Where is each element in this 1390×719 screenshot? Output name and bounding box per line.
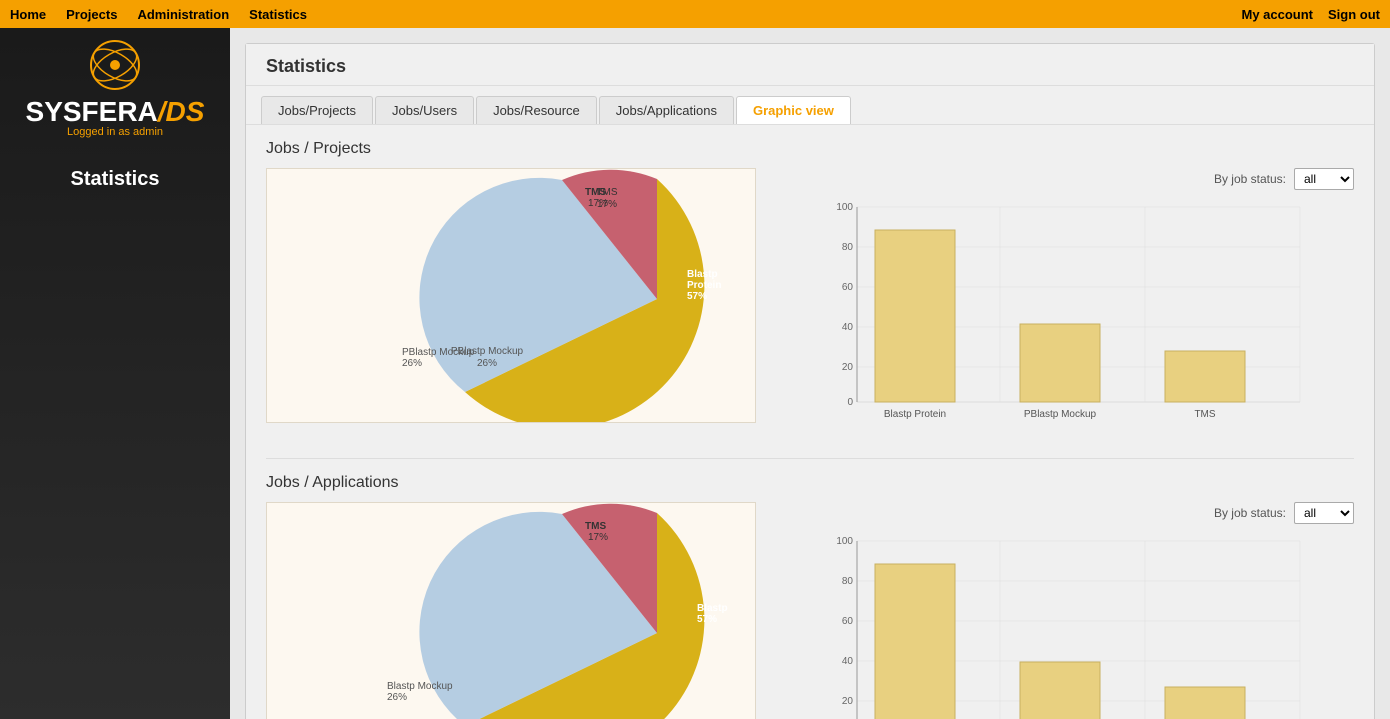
svg-text:100: 100 (836, 202, 853, 213)
svg-text:0: 0 (847, 397, 853, 408)
logo-sysfera: SYSFERA (26, 96, 158, 127)
sidebar-statistics-title: Statistics (71, 168, 160, 191)
svg-text:40: 40 (842, 656, 854, 667)
pie-label-blastp-1: BlastpProtein57% (687, 269, 721, 302)
pie-svg-projects: Blastp Protein 57% TMS 17% PBlastp Mocku… (267, 169, 756, 423)
pie-label-pblastp-1: PBlastp Mockup26% (402, 347, 474, 369)
logo-text: SYSFERA/DS (26, 98, 205, 126)
svg-text:100: 100 (836, 536, 853, 547)
nav-home[interactable]: Home (10, 7, 46, 22)
nav-administration[interactable]: Administration (137, 7, 229, 22)
by-job-status-label-2: By job status: (1214, 506, 1286, 520)
svg-text:26%: 26% (477, 358, 497, 369)
pie-label-tms-1: TMS (585, 187, 606, 198)
logged-in-label: Logged in as (67, 126, 130, 138)
bar-status-row-1: By job status: all (776, 168, 1354, 190)
status-select-1[interactable]: all (1294, 168, 1354, 190)
content-box: Statistics Jobs/Projects Jobs/Users Jobs… (245, 43, 1375, 719)
sidebar: SYSFERA/DS Logged in as admin Statistics (0, 28, 230, 719)
section-jobs-projects: Jobs / Projects (246, 125, 1374, 458)
my-account-link[interactable]: My account (1241, 7, 1313, 22)
bar-svg-applications: 100 80 60 40 20 0 (776, 529, 1354, 719)
pie-label-tms-2: TMS (585, 521, 606, 532)
pie-svg-applications (267, 503, 756, 719)
main-content: Statistics Jobs/Projects Jobs/Users Jobs… (230, 28, 1390, 719)
bar-chart-projects: By job status: all 100 80 60 40 20 (776, 168, 1354, 443)
username: admin (133, 126, 163, 138)
section-title-projects: Jobs / Projects (266, 140, 1354, 158)
section-title-applications: Jobs / Applications (266, 474, 1354, 492)
svg-text:40: 40 (842, 322, 854, 333)
svg-text:60: 60 (842, 616, 854, 627)
svg-text:80: 80 (842, 242, 854, 253)
status-select-2[interactable]: all (1294, 502, 1354, 524)
svg-text:60: 60 (842, 282, 854, 293)
svg-text:80: 80 (842, 576, 854, 587)
top-nav-right: My account Sign out (1241, 7, 1380, 22)
svg-text:Blastp Protein: Blastp Protein (884, 409, 946, 420)
logo-icon (88, 38, 143, 93)
top-nav-left: Home Projects Administration Statistics (10, 7, 307, 22)
pie-pct-tms-1: 17% (588, 198, 608, 209)
pie-pct-tms-2: 17% (588, 532, 608, 543)
charts-row-projects: Blastp Protein 57% TMS 17% PBlastp Mocku… (266, 168, 1354, 443)
bar-status-row-2: By job status: all (776, 502, 1354, 524)
tab-jobs-applications[interactable]: Jobs/Applications (599, 96, 734, 124)
logo-ds: /DS (158, 96, 205, 127)
pie-chart-projects: Blastp Protein 57% TMS 17% PBlastp Mocku… (266, 168, 756, 423)
tab-graphic-view[interactable]: Graphic view (736, 96, 851, 124)
tab-jobs-projects[interactable]: Jobs/Projects (261, 96, 373, 124)
logged-in-text: Logged in as admin (67, 126, 163, 138)
tab-jobs-users[interactable]: Jobs/Users (375, 96, 474, 124)
bar-chart-applications: By job status: all 100 80 60 40 20 (776, 502, 1354, 719)
nav-projects[interactable]: Projects (66, 7, 117, 22)
tabs-bar: Jobs/Projects Jobs/Users Jobs/Resource J… (246, 86, 1374, 125)
page-title: Statistics (246, 44, 1374, 86)
charts-row-applications: TMS 17% Blastp57% Blastp Mockup26% By jo… (266, 502, 1354, 719)
pie-label-blastp-2: Blastp57% (697, 603, 728, 625)
logo-area (88, 38, 143, 93)
top-nav: Home Projects Administration Statistics … (0, 0, 1390, 28)
pie-chart-applications: TMS 17% Blastp57% Blastp Mockup26% (266, 502, 756, 719)
section-jobs-applications: Jobs / Applications TMS (246, 459, 1374, 719)
svg-text:20: 20 (842, 696, 854, 707)
pie-label-blastpmockup-2: Blastp Mockup26% (387, 681, 453, 703)
svg-text:TMS: TMS (1194, 409, 1215, 420)
nav-statistics[interactable]: Statistics (249, 7, 307, 22)
tab-jobs-resource[interactable]: Jobs/Resource (476, 96, 597, 124)
bar-svg-projects: 100 80 60 40 20 0 (776, 195, 1354, 440)
by-job-status-label-1: By job status: (1214, 172, 1286, 186)
sign-out-link[interactable]: Sign out (1328, 7, 1380, 22)
svg-text:PBlastp Mockup: PBlastp Mockup (1024, 409, 1097, 420)
svg-text:20: 20 (842, 362, 854, 373)
